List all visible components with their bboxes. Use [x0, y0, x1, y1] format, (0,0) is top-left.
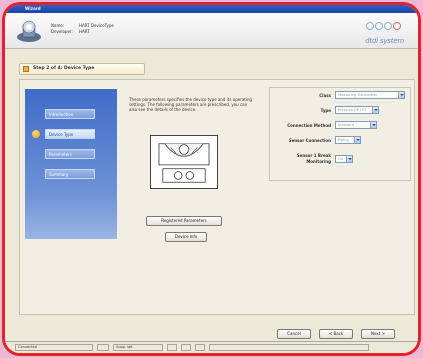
- current-step-icon: [32, 130, 40, 138]
- sidebar-item-summary[interactable]: Summary: [45, 169, 95, 179]
- chevron-down-icon[interactable]: [354, 137, 360, 143]
- device-diagram: [150, 135, 218, 189]
- wizard-window: Wizard Name: HART DeviceType Developer: …: [2, 2, 421, 356]
- device-header: Name: HART DeviceType Developer: HART dt…: [5, 13, 418, 49]
- type-value: Pressure DP / PT: [338, 108, 367, 112]
- folder-icon: [23, 66, 29, 72]
- status-message: [209, 344, 369, 351]
- class-value: Measuring Transmitter: [338, 93, 378, 97]
- sensor-connection-select[interactable]: Piping: [335, 136, 361, 144]
- next-button[interactable]: Next >: [361, 329, 395, 339]
- connection-method-label: Connection Method: [287, 123, 331, 128]
- chevron-down-icon[interactable]: [370, 122, 376, 128]
- sensor-connection-value: Piping: [338, 138, 349, 142]
- step-description: These parameters specifies the device ty…: [129, 97, 253, 112]
- step-title: Step 2 of 4: Device Type: [33, 66, 95, 71]
- registered-parameters-button[interactable]: Registered Parameters: [146, 216, 222, 226]
- status-cell: [195, 344, 205, 351]
- cancel-button[interactable]: Cancel: [277, 329, 311, 339]
- status-cell: [181, 344, 191, 351]
- logo-text: dtdi system: [365, 37, 404, 45]
- sensor-connection-label: Sensor Connection: [288, 138, 331, 143]
- class-label: Class: [319, 93, 331, 98]
- status-connection: Connected: [15, 344, 93, 351]
- connection-method-value: Standard: [338, 123, 354, 127]
- status-mode: Supp. set: [113, 344, 163, 351]
- device-icon: [17, 20, 41, 42]
- type-label: Type: [320, 108, 331, 113]
- sidebar-item-device-type[interactable]: Device Type: [45, 129, 95, 139]
- sidebar-item-parameters[interactable]: Parameters: [45, 149, 95, 159]
- sensor-break-monitoring-select[interactable]: On: [335, 155, 353, 163]
- step-header: Step 2 of 4: Device Type: [19, 63, 145, 75]
- device-info-button[interactable]: Device Info: [165, 232, 207, 242]
- sidebar-item-introduction[interactable]: Introduction: [45, 109, 95, 119]
- wizard-sidebar: Introduction Device Type Parameters Summ…: [25, 89, 117, 239]
- sensor-break-monitoring-value: On: [338, 157, 343, 161]
- window-title: Wizard: [25, 6, 41, 11]
- class-select[interactable]: Measuring Transmitter: [335, 91, 405, 99]
- sensor-break-monitoring-label: Sensor 1 Break Monitoring: [296, 153, 331, 164]
- status-cell: [167, 344, 177, 351]
- title-bar: Wizard: [5, 5, 418, 13]
- status-cell: [97, 344, 109, 351]
- back-button[interactable]: < Back: [319, 329, 353, 339]
- logo-icon: [366, 22, 401, 30]
- device-settings-group: [269, 87, 411, 181]
- status-bar: Connected Supp. set: [5, 341, 418, 353]
- name-label: Name:: [51, 23, 65, 28]
- chevron-down-icon[interactable]: [372, 107, 378, 113]
- name-value: HART DeviceType: [79, 23, 114, 28]
- connection-method-select[interactable]: Standard: [335, 121, 377, 129]
- chevron-down-icon[interactable]: [346, 156, 352, 162]
- developer-label: Developer:: [51, 29, 73, 34]
- type-select[interactable]: Pressure DP / PT: [335, 106, 379, 114]
- developer-value: HART: [79, 29, 90, 34]
- chevron-down-icon[interactable]: [398, 92, 404, 98]
